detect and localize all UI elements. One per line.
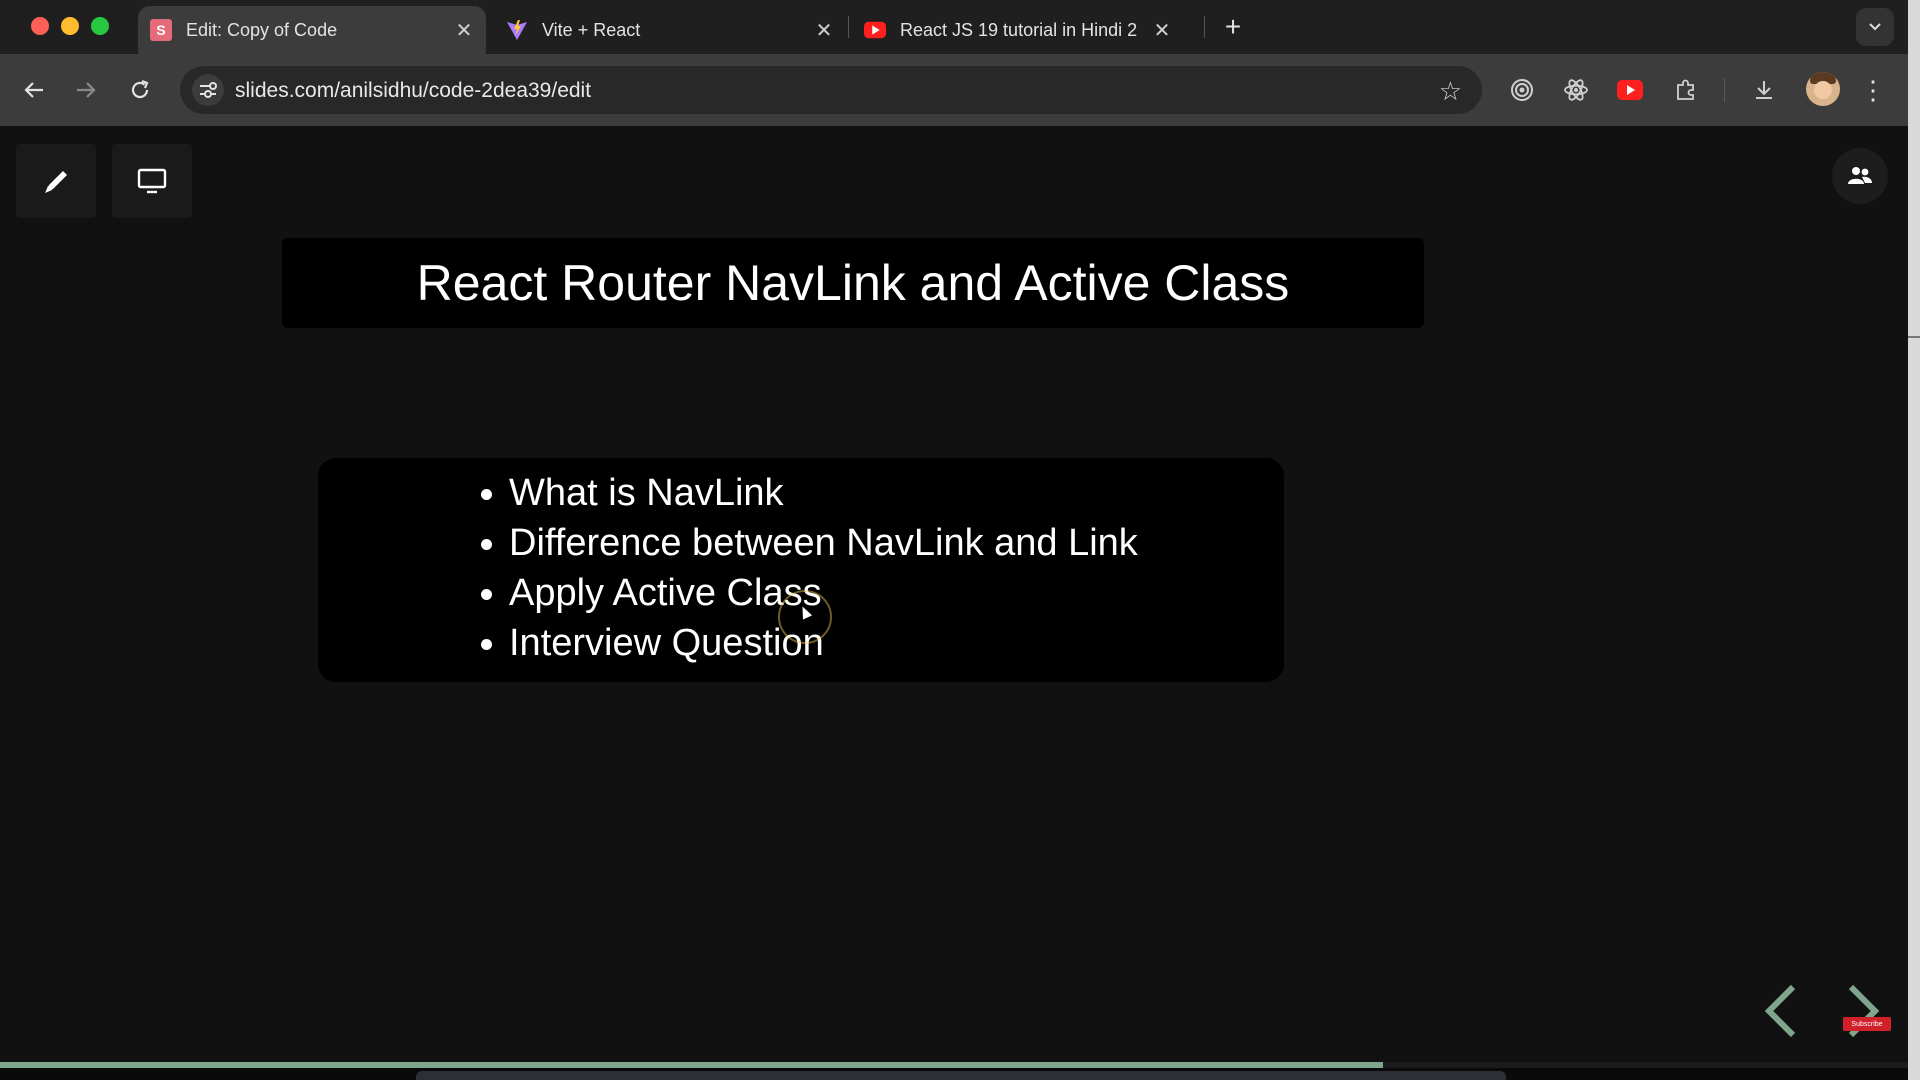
zoom-window-button[interactable] xyxy=(91,17,109,35)
toolbar-separator xyxy=(1724,78,1725,102)
browser-tabstrip: S Edit: Copy of Code ✕ Vite + React ✕ Re… xyxy=(0,0,1908,54)
monitor-icon xyxy=(137,168,167,194)
tab-title: Vite + React xyxy=(542,19,641,40)
reload-button[interactable] xyxy=(120,70,160,110)
previous-slide-button[interactable] xyxy=(1756,976,1806,1046)
youtube-icon[interactable] xyxy=(1612,72,1648,108)
slide-title: React Router NavLink and Active Class xyxy=(416,255,1290,311)
chevron-right-icon xyxy=(1848,984,1880,1038)
bullet-item: What is NavLink xyxy=(481,468,1138,518)
download-icon[interactable] xyxy=(1746,72,1782,108)
browser-toolbar: slides.com/anilsidhu/code-2dea39/edit ☆ xyxy=(0,54,1908,126)
minimize-window-button[interactable] xyxy=(61,17,79,35)
arrow-left-icon xyxy=(24,82,43,98)
tab-search-button[interactable] xyxy=(1856,8,1894,46)
pen-tool-button[interactable] xyxy=(16,144,96,218)
pen-icon xyxy=(45,171,67,193)
chevron-down-icon xyxy=(1869,23,1881,31)
close-tab-icon[interactable]: ✕ xyxy=(452,18,476,42)
tab-react-tutorial-youtube[interactable]: React JS 19 tutorial in Hindi 2 ✕ xyxy=(852,6,1202,54)
browser-menu-icon[interactable]: ⋮ xyxy=(1858,72,1888,108)
address-bar[interactable]: slides.com/anilsidhu/code-2dea39/edit ☆ xyxy=(180,66,1482,114)
tab-vite-react[interactable]: Vite + React ✕ xyxy=(494,6,846,54)
tab-title: React JS 19 tutorial in Hindi 2 xyxy=(900,19,1138,40)
youtube-favicon-icon xyxy=(864,19,886,41)
back-button[interactable] xyxy=(14,70,54,110)
reload-icon xyxy=(131,79,149,99)
tab-separator xyxy=(1204,16,1205,38)
tab-title: Edit: Copy of Code xyxy=(186,19,338,40)
users-icon xyxy=(1848,167,1872,184)
slides-favicon-icon: S xyxy=(150,19,172,41)
next-slide-button[interactable] xyxy=(1838,976,1888,1046)
bookmark-star-icon[interactable]: ☆ xyxy=(1439,76,1462,107)
close-window-button[interactable] xyxy=(31,17,49,35)
slide-bullet-block[interactable]: What is NavLink Difference between NavLi… xyxy=(318,458,1284,682)
react-icon[interactable] xyxy=(1558,72,1594,108)
vite-favicon-icon xyxy=(506,19,528,41)
window-scrollbar[interactable] xyxy=(1908,0,1920,1080)
subscribe-badge: Subscribe xyxy=(1843,1017,1891,1031)
puzzle-icon[interactable] xyxy=(1668,72,1704,108)
url-text[interactable]: slides.com/anilsidhu/code-2dea39/edit xyxy=(235,79,591,103)
site-settings-icon[interactable] xyxy=(192,74,224,106)
present-mode-button[interactable] xyxy=(112,144,192,218)
slides-editor-viewport: React Router NavLink and Active Class Wh… xyxy=(0,126,1908,1068)
new-tab-button[interactable]: + xyxy=(1216,10,1250,44)
close-tab-icon[interactable]: ✕ xyxy=(812,18,836,42)
dock-edge xyxy=(416,1071,1506,1080)
target-icon[interactable] xyxy=(1504,72,1540,108)
chevron-left-icon xyxy=(1764,984,1796,1038)
forward-button[interactable] xyxy=(66,70,106,110)
profile-avatar[interactable] xyxy=(1806,72,1840,106)
bullet-item: Difference between NavLink and Link xyxy=(481,518,1138,568)
close-tab-icon[interactable]: ✕ xyxy=(1150,18,1174,42)
tab-edit-copy-of-code[interactable]: S Edit: Copy of Code ✕ xyxy=(138,6,486,54)
slide-title-block[interactable]: React Router NavLink and Active Class xyxy=(282,238,1424,328)
tab-separator xyxy=(848,16,849,38)
arrow-right-icon xyxy=(77,82,96,98)
collaborators-button[interactable] xyxy=(1832,148,1888,204)
